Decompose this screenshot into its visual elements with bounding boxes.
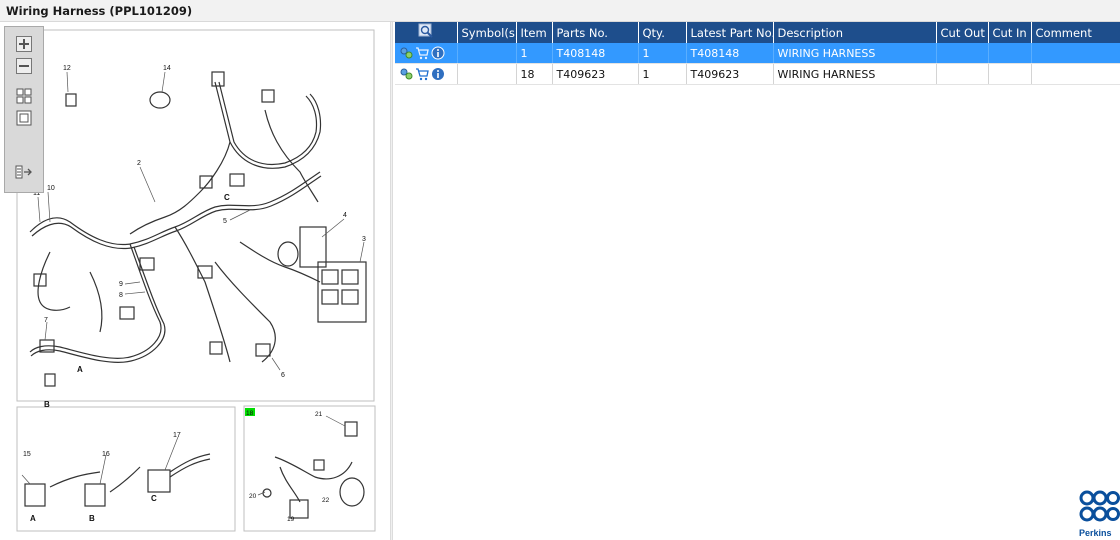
row-actions (395, 43, 458, 64)
cell-symbols (457, 63, 517, 85)
table-header-row: Symbol(s) Item Parts No. Qty. Latest Par… (395, 22, 1120, 43)
column-header-comment[interactable]: Comment (1031, 22, 1120, 43)
column-header-icon[interactable] (395, 22, 458, 43)
column-header-cut-in[interactable]: Cut In (988, 22, 1032, 43)
cell-cut-in (988, 43, 1032, 64)
callout-12[interactable]: 12 (63, 65, 71, 72)
info-icon[interactable] (431, 46, 445, 60)
inset-label-C: C (151, 494, 157, 503)
callout-5[interactable]: 5 (223, 218, 227, 225)
list-link-icon (15, 165, 32, 179)
cell-comment (1031, 43, 1120, 64)
column-header-description[interactable]: Description (773, 22, 937, 43)
zoom-in-icon (16, 36, 32, 52)
callout-3[interactable]: 3 (362, 236, 366, 243)
callout-B[interactable]: B (44, 400, 50, 409)
window-title: Wiring Harness (PPL101209) (6, 4, 193, 18)
fit-grid-icon (16, 88, 32, 104)
table-row[interactable]: 1 T408148 1 T408148 WIRING HARNESS (395, 43, 1120, 64)
show-list-button[interactable] (13, 163, 35, 181)
single-view-button[interactable] (13, 109, 35, 127)
brand-name: Perkins (1079, 528, 1112, 538)
callout-8[interactable]: 8 (119, 292, 123, 299)
zoom-in-button[interactable] (13, 35, 35, 53)
gear-icon[interactable] (399, 67, 413, 81)
cart-icon[interactable] (415, 67, 429, 81)
cell-cut-out (936, 43, 989, 64)
detail-callout-19[interactable]: 19 (287, 516, 295, 523)
row-actions (395, 63, 458, 85)
cell-symbols (457, 43, 517, 64)
column-header-qty[interactable]: Qty. (638, 22, 687, 43)
column-header-cut-out[interactable]: Cut Out (936, 22, 989, 43)
detail-callout-18[interactable]: 18 (246, 410, 254, 417)
inset-callout-15[interactable]: 15 (23, 451, 31, 458)
cell-comment (1031, 63, 1120, 85)
callout-7[interactable]: 7 (44, 317, 48, 324)
cell-latest-part-no: T409623 (686, 63, 774, 85)
harness-drawing (24, 71, 367, 519)
cell-part-no: T408148 (552, 43, 639, 64)
zoom-toolbar (4, 26, 44, 193)
column-header-item[interactable]: Item (516, 22, 553, 43)
cell-latest-part-no: T408148 (686, 43, 774, 64)
cell-item: 1 (516, 43, 553, 64)
zoom-out-button[interactable] (13, 57, 35, 75)
callout-10[interactable]: 10 (47, 185, 55, 192)
inset-callout-16[interactable]: 16 (102, 451, 110, 458)
parts-diagram[interactable]: 12 14 2 10 11 C 5 4 3 9 8 7 A B 6 15 16 … (0, 22, 390, 540)
parts-table: Symbol(s) Item Parts No. Qty. Latest Par… (395, 22, 1120, 85)
cart-icon[interactable] (415, 46, 429, 60)
cell-part-no: T409623 (552, 63, 639, 85)
fit-view-button[interactable] (13, 87, 35, 105)
info-icon[interactable] (431, 67, 445, 81)
cell-qty: 1 (638, 63, 687, 85)
callout-4[interactable]: 4 (343, 212, 347, 219)
callout-6[interactable]: 6 (281, 372, 285, 379)
cell-cut-out (936, 63, 989, 85)
cell-description: WIRING HARNESS (773, 63, 937, 85)
detail-callout-22[interactable]: 22 (322, 497, 330, 504)
cell-description: WIRING HARNESS (773, 43, 937, 64)
cell-qty: 1 (638, 43, 687, 64)
window-titlebar: Wiring Harness (PPL101209) (0, 0, 1120, 22)
callout-A[interactable]: A (77, 365, 83, 374)
cell-cut-in (988, 63, 1032, 85)
zoom-out-icon (16, 58, 32, 74)
single-view-icon (16, 110, 32, 126)
detail-callout-21[interactable]: 21 (315, 411, 323, 418)
inset-label-A: A (30, 514, 36, 523)
inset-callout-17[interactable]: 17 (173, 432, 181, 439)
inset-label-B: B (89, 514, 95, 523)
table-row[interactable]: 18 T409623 1 T409623 WIRING HARNESS (395, 63, 1120, 85)
column-header-parts-no[interactable]: Parts No. (552, 22, 639, 43)
parts-list-pane: Symbol(s) Item Parts No. Qty. Latest Par… (393, 22, 1120, 540)
gear-icon[interactable] (399, 46, 413, 60)
column-header-symbols[interactable]: Symbol(s) (457, 22, 517, 43)
column-header-latest-part-no[interactable]: Latest Part No. (686, 22, 774, 43)
callout-14[interactable]: 14 (163, 65, 171, 72)
search-zoom-icon (418, 23, 433, 38)
detail-callout-20[interactable]: 20 (249, 493, 257, 500)
callout-C[interactable]: C (224, 193, 230, 202)
callout-2[interactable]: 2 (137, 160, 141, 167)
callout-9[interactable]: 9 (119, 281, 123, 288)
cell-item: 18 (516, 63, 553, 85)
